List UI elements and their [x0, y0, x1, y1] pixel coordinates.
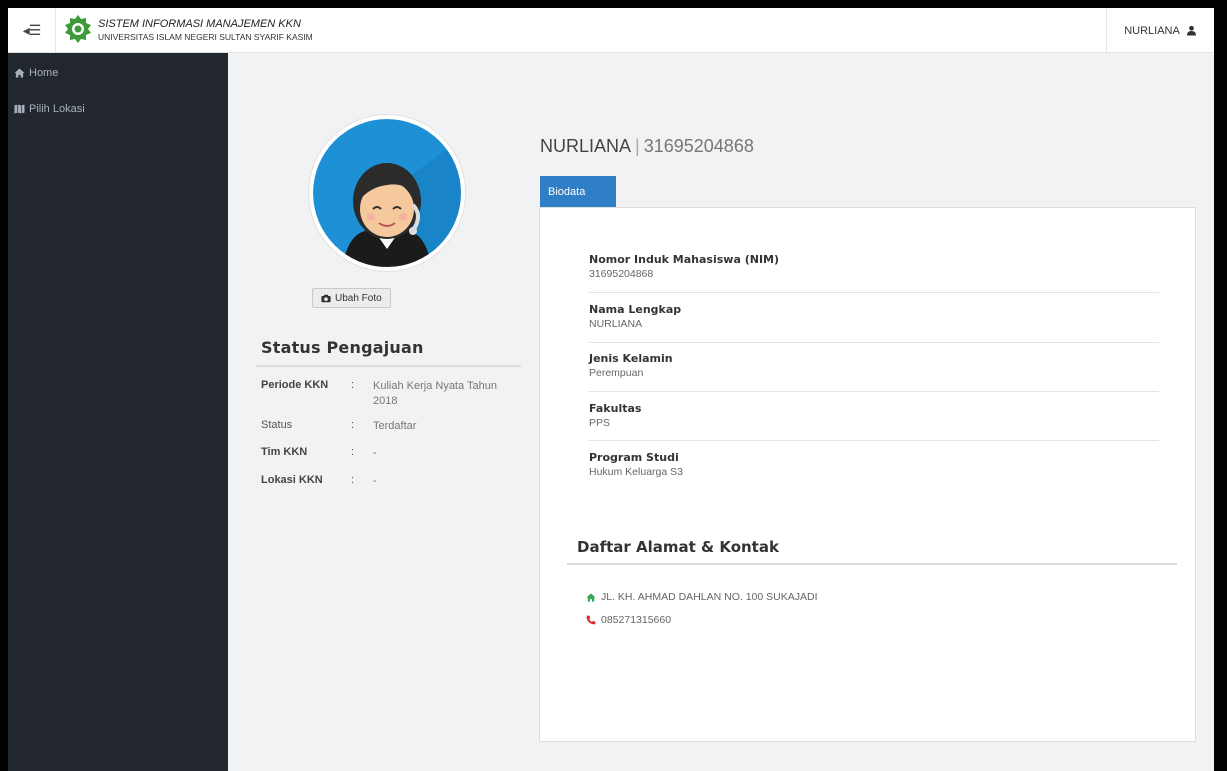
- app-title: SISTEM INFORMASI MANAJEMEN KKN: [98, 18, 301, 30]
- sidebar-item-home[interactable]: Home: [8, 55, 228, 91]
- sidebar-toggle-icon: ◂☰: [22, 22, 42, 38]
- map-icon: [14, 104, 25, 114]
- field-value: Hukum Keluarga S3: [589, 466, 683, 478]
- avatar-image: [313, 119, 461, 271]
- status-colon: :: [351, 419, 355, 431]
- divider: [589, 292, 1159, 293]
- field-jenis-kelamin: Jenis Kelamin Perempuan: [589, 352, 1159, 379]
- sidebar-toggle-button[interactable]: ◂☰: [8, 8, 56, 53]
- divider: [256, 365, 521, 367]
- change-photo-button[interactable]: Ubah Foto: [312, 288, 391, 308]
- home-icon: [14, 68, 25, 78]
- tab-label: Biodata: [548, 186, 586, 198]
- divider: [589, 342, 1159, 343]
- status-label: Tim KKN: [261, 446, 308, 458]
- phone-icon: [586, 615, 596, 625]
- field-fakultas: Fakultas PPS: [589, 402, 1159, 429]
- status-label: Lokasi KKN: [261, 474, 323, 486]
- field-value: Perempuan: [589, 367, 644, 379]
- status-colon: :: [351, 446, 355, 458]
- status-colon: :: [351, 379, 355, 391]
- profile-name: NURLIANA: [540, 136, 632, 156]
- user-name: NURLIANA: [1124, 24, 1180, 37]
- status-value: -: [373, 475, 377, 487]
- camera-icon: [321, 294, 331, 302]
- divider: [589, 440, 1159, 441]
- field-nim: Nomor Induk Mahasiswa (NIM) 31695204868: [589, 253, 1159, 280]
- tab-biodata[interactable]: Biodata: [540, 176, 616, 208]
- status-colon: :: [351, 474, 355, 486]
- status-title: Status Pengajuan: [261, 338, 424, 357]
- contact-address: JL. KH. AHMAD DAHLAN NO. 100 SUKAJADI: [586, 591, 817, 603]
- university-logo: [65, 15, 91, 43]
- field-program-studi: Program Studi Hukum Keluarga S3: [589, 451, 1159, 478]
- user-icon: [1186, 25, 1196, 36]
- sidebar-item-pilih-lokasi[interactable]: Pilih Lokasi: [8, 91, 228, 127]
- sidebar-item-label: Pilih Lokasi: [29, 103, 85, 115]
- field-value: NURLIANA: [589, 318, 643, 330]
- profile-separator: |: [635, 136, 640, 156]
- field-label: Nama Lengkap: [589, 303, 682, 316]
- sidebar-item-label: Home: [29, 67, 59, 79]
- field-label: Fakultas: [589, 402, 642, 415]
- profile-heading: NURLIANA | 31695204868: [540, 136, 754, 157]
- field-value: PPS: [589, 417, 611, 429]
- divider: [567, 563, 1177, 565]
- status-value: Terdaftar: [373, 420, 417, 432]
- contact-title: Daftar Alamat & Kontak: [577, 538, 779, 556]
- field-nama-lengkap: Nama Lengkap NURLIANA: [589, 303, 1159, 330]
- phone-text: 085271315660: [601, 614, 672, 626]
- sidebar: Home Pilih Lokasi: [8, 53, 228, 771]
- profile-avatar: [308, 114, 466, 272]
- status-label: Status: [261, 419, 293, 431]
- profile-nim: 31695204868: [643, 136, 754, 156]
- status-label: Periode KKN: [261, 379, 329, 391]
- field-label: Jenis Kelamin: [589, 352, 673, 365]
- app-frame: ◂☰ SISTEM INFORMASI MANAJEMEN KKN UNIVER…: [8, 8, 1214, 771]
- field-label: Nomor Induk Mahasiswa (NIM): [589, 253, 780, 266]
- contact-phone: 085271315660: [586, 614, 671, 626]
- user-menu[interactable]: NURLIANA: [1106, 8, 1214, 53]
- status-value: Kuliah Kerja Nyata Tahun 2018: [373, 380, 497, 407]
- change-photo-label: Ubah Foto: [335, 292, 382, 304]
- top-navbar: ◂☰ SISTEM INFORMASI MANAJEMEN KKN UNIVER…: [8, 8, 1214, 53]
- home-icon: [586, 592, 596, 602]
- divider: [589, 391, 1159, 392]
- field-value: 31695204868: [589, 268, 654, 280]
- address-text: JL. KH. AHMAD DAHLAN NO. 100 SUKAJADI: [601, 591, 818, 603]
- app-subtitle: UNIVERSITAS ISLAM NEGERI SULTAN SYARIF K…: [98, 32, 313, 42]
- status-value: -: [373, 447, 377, 459]
- field-label: Program Studi: [589, 451, 679, 464]
- biodata-panel: Nomor Induk Mahasiswa (NIM) 31695204868 …: [539, 207, 1196, 742]
